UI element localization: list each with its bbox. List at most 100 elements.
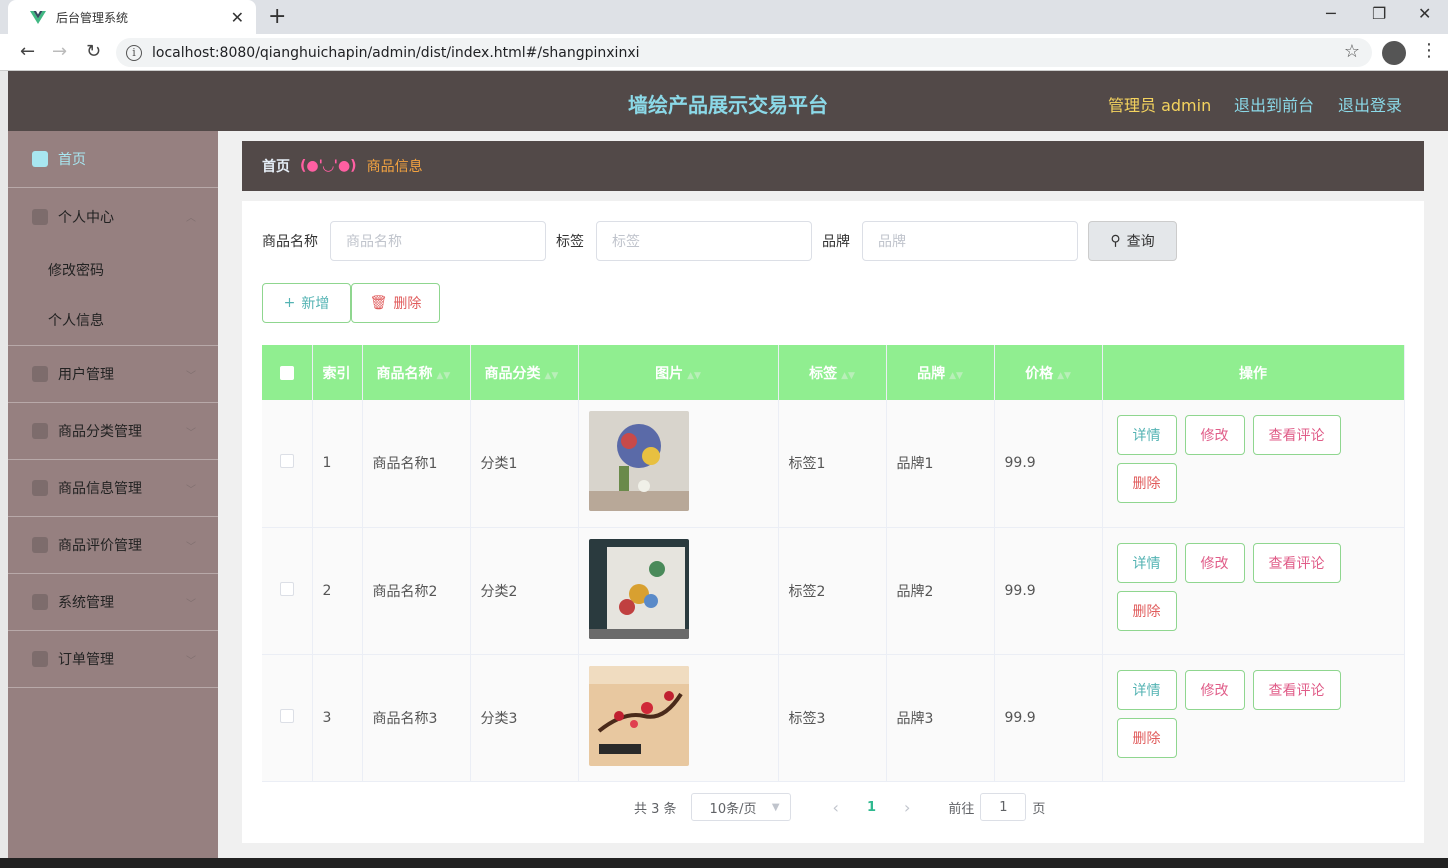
new-tab-icon[interactable]: + [268, 4, 286, 29]
sidebar-item-system[interactable]: 系统管理 ﹀ [8, 574, 218, 631]
sidebar-item-orders[interactable]: 订单管理 ﹀ [8, 631, 218, 688]
edit-button[interactable]: 修改 [1184, 415, 1245, 456]
category-icon [32, 423, 48, 439]
sidebar-item-review[interactable]: 商品评价管理 ﹀ [8, 517, 218, 574]
chevron-down-icon: ﹀ [186, 655, 196, 667]
chevron-down-icon: ﹀ [186, 598, 196, 610]
cell-tag: 标签3 [778, 654, 887, 782]
minimize-icon[interactable]: ─ [1326, 4, 1336, 23]
sidebar-item-product-info[interactable]: 商品信息管理 ﹀ [8, 460, 218, 517]
exit-to-front-link[interactable]: 退出到前台 [1234, 92, 1314, 116]
row-checkbox[interactable] [262, 654, 313, 782]
page-number-current[interactable]: 1 [867, 800, 876, 815]
sidebar-item-personal[interactable]: 个人中心 ︿ [8, 188, 218, 245]
left-edge-strip [0, 71, 8, 868]
cell-brand: 品牌2 [886, 527, 995, 655]
add-button[interactable]: + 新增 [262, 283, 351, 323]
product-image-3[interactable] [588, 665, 689, 766]
chevron-down-icon: ﹀ [186, 370, 196, 382]
close-window-icon[interactable]: ✕ [1418, 4, 1431, 23]
col-category[interactable]: 商品分类 ▲▼ [470, 345, 579, 400]
col-tag[interactable]: 标签 ▲▼ [778, 345, 887, 400]
search-icon: ⚲ [1110, 233, 1121, 249]
cell-price: 99.9 [994, 400, 1103, 528]
view-review-button[interactable]: 查看评论 [1252, 415, 1341, 456]
tag-search-input[interactable]: 标签 [596, 221, 812, 261]
user-icon [32, 208, 48, 225]
cell-price: 99.9 [994, 654, 1103, 782]
sidebar-item-home[interactable]: 首页 [8, 131, 218, 188]
sort-icon: ▲▼ [544, 370, 559, 381]
breadcrumb-home[interactable]: 首页 [262, 156, 290, 176]
breadcrumb: 首页 (●'◡'●) 商品信息 [242, 141, 1424, 191]
delete-button[interactable]: 删除 [1116, 590, 1177, 631]
forward-icon[interactable]: → [52, 41, 67, 62]
goods-icon [32, 480, 48, 496]
product-image-2[interactable] [588, 538, 689, 639]
cell-name: 商品名称2 [362, 527, 471, 655]
detail-button[interactable]: 详情 [1116, 542, 1177, 583]
col-image[interactable]: 图片 ▲▼ [578, 345, 779, 400]
back-icon[interactable]: ← [20, 41, 35, 62]
bookmark-star-icon[interactable]: ☆ [1344, 41, 1360, 62]
sort-icon: ▲▼ [1057, 370, 1071, 381]
batch-delete-button[interactable]: 🗑 删除 [351, 283, 440, 323]
prev-page-icon[interactable]: ‹ [833, 798, 839, 817]
sidebar-item-category[interactable]: 商品分类管理 ﹀ [8, 403, 218, 460]
chevron-down-icon: ﹀ [186, 541, 196, 553]
app-header: 墙绘产品展示交易平台 管理员 admin 退出到前台 退出登录 [8, 71, 1448, 131]
row-checkbox[interactable] [262, 400, 313, 528]
product-image-1[interactable] [588, 411, 689, 512]
profile-avatar-icon[interactable] [1382, 41, 1406, 65]
browser-menu-icon[interactable]: ⋮ [1420, 40, 1438, 61]
reload-icon[interactable]: ↻ [86, 41, 101, 62]
main-content: 首页 (●'◡'●) 商品信息 商品名称 商品名称 标签 标签 品牌 品牌 ⚲ … [218, 131, 1448, 868]
detail-button[interactable]: 详情 [1116, 415, 1177, 456]
cell-image [578, 654, 779, 782]
select-all-checkbox[interactable] [262, 345, 313, 400]
page-size-select[interactable]: 10条/页 ▼ [690, 793, 791, 821]
breadcrumb-separator: (●'◡'●) [300, 158, 357, 174]
goto-page-input[interactable]: 1 [980, 793, 1027, 821]
edit-button[interactable]: 修改 [1184, 669, 1245, 710]
cell-name: 商品名称1 [362, 400, 471, 528]
detail-button[interactable]: 详情 [1116, 669, 1177, 710]
row-checkbox[interactable] [262, 527, 313, 655]
next-page-icon[interactable]: › [904, 798, 910, 817]
query-button[interactable]: ⚲ 查询 [1088, 221, 1177, 261]
sidebar-item-label: 用户管理 [58, 367, 114, 383]
chevron-down-icon: ﹀ [186, 484, 196, 496]
url-input[interactable]: i localhost:8080/qianghuichapin/admin/di… [116, 38, 1372, 67]
restore-icon[interactable]: ❐ [1372, 4, 1386, 23]
cell-name: 商品名称3 [362, 654, 471, 782]
sidebar-item-label: 系统管理 [58, 595, 114, 611]
cell-index: 1 [312, 400, 363, 528]
cell-category: 分类2 [470, 527, 579, 655]
sort-icon: ▲▼ [687, 370, 701, 381]
col-name[interactable]: 商品名称 ▲▼ [362, 345, 471, 400]
name-search-input[interactable]: 商品名称 [330, 221, 546, 261]
view-review-button[interactable]: 查看评论 [1252, 669, 1341, 710]
chevron-down-icon: ▼ [771, 801, 780, 813]
sidebar-item-users[interactable]: 用户管理 ﹀ [8, 346, 218, 403]
browser-tab[interactable]: 后台管理系统 ✕ [8, 0, 256, 34]
edit-button[interactable]: 修改 [1184, 542, 1245, 583]
info-icon[interactable]: i [126, 44, 142, 61]
page-unit-label: 页 [1032, 801, 1046, 817]
logout-link[interactable]: 退出登录 [1338, 92, 1402, 116]
view-review-button[interactable]: 查看评论 [1252, 542, 1341, 583]
col-price[interactable]: 价格 ▲▼ [994, 345, 1103, 400]
brand-search-input[interactable]: 品牌 [862, 221, 1078, 261]
sidebar: 首页 个人中心 ︿ 修改密码 个人信息 用户管理 ﹀ 商品分类管理 ﹀ 商品信息… [8, 131, 218, 868]
plus-icon: + [283, 295, 296, 311]
cell-index: 3 [312, 654, 363, 782]
delete-button[interactable]: 删除 [1116, 463, 1177, 504]
delete-button[interactable]: 删除 [1116, 717, 1177, 758]
sidebar-subitem-personal-info[interactable]: 个人信息 [8, 295, 218, 345]
sidebar-group-personal: 个人中心 ︿ 修改密码 个人信息 [8, 188, 218, 346]
close-tab-icon[interactable]: ✕ [231, 8, 244, 27]
breadcrumb-current: 商品信息 [366, 159, 423, 175]
os-taskbar [0, 858, 1448, 868]
col-brand[interactable]: 品牌 ▲▼ [886, 345, 995, 400]
sidebar-subitem-change-password[interactable]: 修改密码 [8, 245, 218, 295]
